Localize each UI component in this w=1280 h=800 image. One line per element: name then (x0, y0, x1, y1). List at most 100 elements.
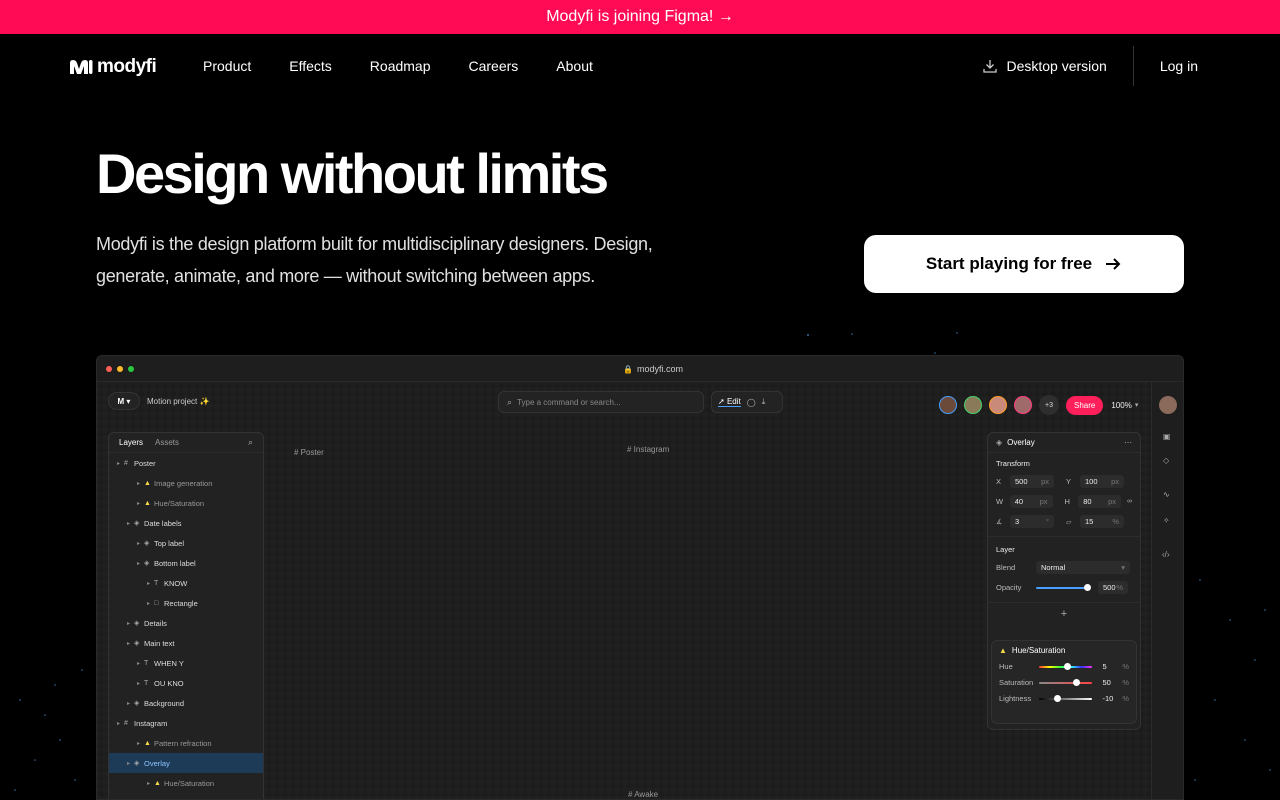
user-avatar[interactable] (1159, 396, 1177, 414)
lightness-slider[interactable] (1038, 694, 1093, 702)
saturation-value[interactable]: 50 (1102, 678, 1122, 687)
layer-row[interactable]: ▸ □ Rectangle (109, 593, 263, 613)
chevron-icon[interactable]: ▸ (137, 660, 144, 667)
download-mini-icon[interactable]: ⤓ (762, 397, 766, 407)
layer-row[interactable]: ▸ ▲ Pattern refraction (109, 733, 263, 753)
avatar[interactable] (939, 396, 957, 414)
chevron-icon[interactable]: ▸ (127, 520, 134, 527)
avatar[interactable] (964, 396, 982, 414)
layer-row[interactable]: ▸ ▲ Image generation (109, 473, 263, 493)
hue-slider[interactable] (1038, 662, 1093, 670)
start-playing-button[interactable]: Start playing for free (864, 235, 1184, 293)
avatar[interactable] (1014, 396, 1032, 414)
layer-row[interactable]: ▸ ◈ Date labels (109, 513, 263, 533)
transform-heading: Transform (996, 459, 1030, 468)
layer-row[interactable]: ▸ ◈ Overlay (109, 753, 263, 773)
slider-knob[interactable] (1053, 694, 1061, 702)
layer-row[interactable]: ▸ ◈ Bottom label (109, 553, 263, 573)
layer-row[interactable]: ▸ # Poster (109, 453, 263, 473)
nav-link-product[interactable]: Product (203, 58, 251, 74)
artboard-label-awake[interactable]: # Awake (628, 790, 658, 799)
project-menu[interactable]: M ▾ (108, 392, 140, 410)
skew-field[interactable]: 15% (1080, 515, 1124, 528)
group-icon: ◈ (134, 760, 140, 767)
edit-mode-button[interactable]: ➚ Edit (718, 397, 741, 407)
rotation-field[interactable]: 3 ° (1010, 515, 1054, 528)
blend-select[interactable]: Normal ▾ (1036, 561, 1130, 574)
artboard-label-instagram[interactable]: # Instagram (627, 445, 669, 454)
chevron-icon[interactable]: ▸ (147, 780, 154, 787)
image-tool-icon[interactable]: ▣ (1163, 432, 1171, 441)
more-icon[interactable]: ⋯ (1124, 438, 1132, 447)
slider-knob[interactable] (1072, 678, 1080, 686)
comment-icon[interactable]: ◯ (747, 398, 756, 407)
zoom-level[interactable]: 100% (1111, 401, 1131, 410)
chevron-icon[interactable]: ▸ (137, 740, 144, 747)
chevron-icon[interactable]: ▸ (117, 720, 124, 727)
announcement-text[interactable]: Modyfi is joining Figma! → (546, 8, 734, 26)
add-effect-button[interactable]: + (988, 602, 1140, 624)
properties-header: ◈ Overlay ⋯ (988, 433, 1140, 453)
chevron-icon[interactable]: ▸ (127, 640, 134, 647)
layer-row[interactable]: ▸ ◈ Top label (109, 533, 263, 553)
h-field[interactable]: 80 px (1078, 495, 1121, 508)
chevron-icon[interactable]: ▸ (137, 500, 144, 507)
y-field[interactable]: 100 px (1080, 475, 1124, 488)
chevron-icon[interactable]: ▸ (127, 760, 134, 767)
hue-value[interactable]: 5 (1102, 662, 1122, 671)
chevron-icon[interactable]: ▸ (137, 680, 144, 687)
desktop-version-link[interactable]: Desktop version (982, 58, 1132, 74)
chevron-down-icon: ▾ (1121, 563, 1125, 572)
nav-link-careers[interactable]: Careers (469, 58, 519, 74)
chevron-icon[interactable]: ▸ (137, 540, 144, 547)
mode-toolbar: ➚ Edit ◯ ⤓ (711, 391, 783, 413)
layer-row[interactable]: ▸ T OU KNO (109, 673, 263, 693)
chevron-icon[interactable]: ▸ (127, 700, 134, 707)
tab-assets[interactable]: Assets (155, 438, 179, 447)
chevron-icon[interactable]: ▸ (147, 600, 154, 607)
login-link[interactable]: Log in (1134, 58, 1198, 74)
command-search[interactable]: ⌕ Type a command or search... (498, 391, 704, 413)
opacity-slider[interactable] (1036, 583, 1091, 591)
close-dot-icon (106, 366, 112, 372)
avatar[interactable] (989, 396, 1007, 414)
share-button[interactable]: Share (1066, 395, 1104, 415)
chevron-icon[interactable]: ▸ (147, 580, 154, 587)
layer-row[interactable]: ▸ ▲ Hue/Saturation (109, 773, 263, 793)
chevron-down-icon[interactable]: ▾ (1135, 401, 1139, 409)
layer-row[interactable]: ▸ T WHEN Y (109, 653, 263, 673)
sparkle-tool-icon[interactable]: ✧ (1163, 516, 1170, 525)
layer-stack-icon: ◈ (996, 438, 1003, 447)
announcement-bar[interactable]: Modyfi is joining Figma! → (0, 0, 1280, 34)
nav-link-effects[interactable]: Effects (289, 58, 332, 74)
chevron-icon[interactable]: ▸ (137, 480, 144, 487)
artboard-label-poster[interactable]: # Poster (294, 448, 324, 457)
chevron-icon[interactable]: ▸ (127, 620, 134, 627)
link-icon[interactable]: ∞ (1127, 498, 1132, 505)
layer-row[interactable]: ▸ ◈ Details (109, 613, 263, 633)
chevron-icon[interactable]: ▸ (117, 460, 124, 467)
layer-row[interactable]: ▸ ▲ Hue/Saturation (109, 493, 263, 513)
saturation-slider[interactable] (1038, 678, 1093, 686)
nav-link-about[interactable]: About (556, 58, 593, 74)
fill-tool-icon[interactable]: ◇ (1163, 456, 1169, 465)
tab-layers[interactable]: Layers (119, 438, 143, 447)
layer-row[interactable]: ▸ T KNOW (109, 573, 263, 593)
brand-logo[interactable]: modyfi (69, 56, 157, 78)
lightness-value[interactable]: -10 (1102, 694, 1122, 703)
search-icon[interactable]: ⌕ (248, 437, 253, 448)
project-name[interactable]: Motion project ✨ (147, 397, 209, 406)
w-field[interactable]: 40 px (1009, 495, 1053, 508)
wave-tool-icon[interactable]: ∿ (1163, 490, 1170, 499)
slider-knob[interactable] (1084, 583, 1091, 591)
layer-row[interactable]: ▸ # Instagram (109, 713, 263, 733)
nav-link-roadmap[interactable]: Roadmap (370, 58, 431, 74)
layer-row[interactable]: ▸ ◈ Background (109, 693, 263, 713)
chevron-icon[interactable]: ▸ (137, 560, 144, 567)
code-tool-icon[interactable]: ‹/› (1162, 550, 1170, 559)
opacity-field[interactable]: 500% (1098, 581, 1128, 594)
slider-knob[interactable] (1063, 662, 1071, 670)
x-field[interactable]: 500 px (1010, 475, 1054, 488)
layer-row[interactable]: ▸ ◈ Main text (109, 633, 263, 653)
extra-collaborators-badge[interactable]: +3 (1039, 395, 1059, 415)
